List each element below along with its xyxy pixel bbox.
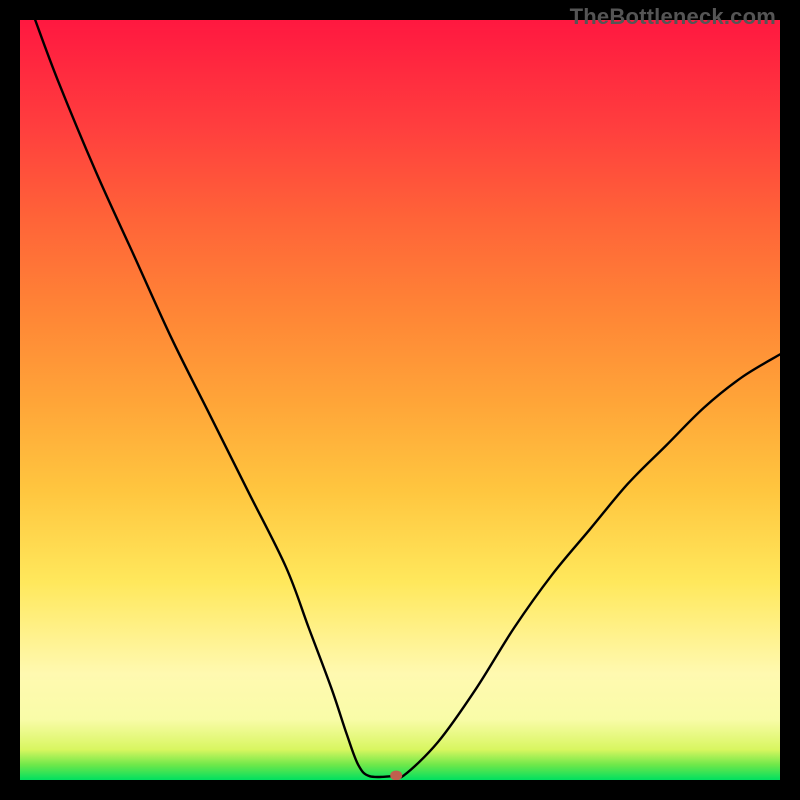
watermark-text: TheBottleneck.com <box>570 4 776 30</box>
chart-frame: TheBottleneck.com <box>0 0 800 800</box>
bottleneck-curve <box>35 20 780 778</box>
plot-area <box>20 20 780 780</box>
minimum-marker <box>390 770 402 780</box>
curve-layer <box>20 20 780 780</box>
